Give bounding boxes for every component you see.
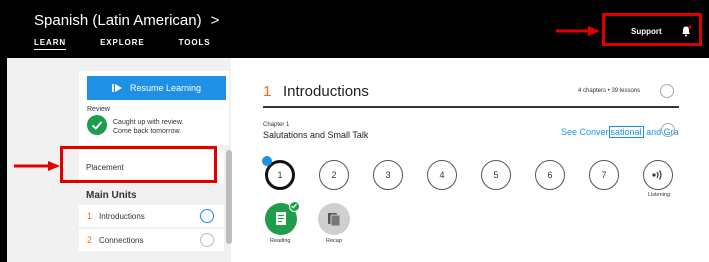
tab-explore[interactable]: EXPLORE [100,38,145,50]
page-title: Introductions [283,83,369,100]
unit-number: 1 [87,211,93,221]
reading-label: Reading [270,238,291,244]
listening-label: Listening [648,192,671,198]
tab-tools[interactable]: TOOLS [179,38,211,50]
chapter-progress-icon [661,123,675,137]
review-status: Caught up with review. Come back tomorro… [113,118,183,136]
lesson-7-button[interactable]: 7 [589,160,619,190]
see-link-text: See Conver [561,127,609,137]
resume-learning-button[interactable]: Resume Learning [87,76,226,100]
sidebar-unit-introductions[interactable]: 1 Introductions [79,205,224,227]
annotation-arrow-support [556,26,600,36]
completed-check-icon [289,201,300,212]
chapter-title: Salutations and Small Talk [263,130,369,140]
lesson-2-button[interactable]: 2 [319,160,349,190]
main-units-heading: Main Units [86,190,137,201]
review-heading: Review [87,106,110,113]
annotation-highlight-placement [60,146,217,183]
lesson-6-button[interactable]: 6 [535,160,565,190]
top-nav: LEARN EXPLORE TOOLS [34,38,211,50]
lesson-number: 5 [493,170,499,180]
review-status-line1: Caught up with review. [113,119,184,126]
divider [263,106,679,108]
lesson-number: 7 [601,170,607,180]
unit-number: 2 [87,235,93,245]
sidebar-scrollbar[interactable] [226,150,232,244]
annotation-arrow-placement [14,161,60,171]
audio-waves-icon [652,170,662,180]
see-link-highlight: sational [608,126,644,138]
course-title[interactable]: Spanish (Latin American) > [34,12,219,29]
unit-progress-icon [660,84,674,98]
support-link[interactable]: Support [631,27,662,36]
review-check-icon [87,115,107,135]
course-chevron-icon: > [210,12,220,29]
unit-meta: 4 chapters • 39 lessons [578,88,641,94]
lesson-5-button[interactable]: 5 [481,160,511,190]
bell-icon[interactable] [680,25,692,37]
recap-label: Recap [326,238,342,244]
lesson-4-button[interactable]: 4 [427,160,457,190]
lesson-number: 4 [439,170,445,180]
recap-button[interactable] [318,203,350,235]
current-lesson-marker-icon [262,156,272,166]
unit-label: Connections [99,235,144,245]
cards-icon [328,213,341,227]
sidebar-unit-connections[interactable]: 2 Connections [79,229,224,251]
lesson-number: 6 [547,170,553,180]
lesson-number: 3 [385,170,391,180]
skip-forward-icon [111,84,122,92]
left-edge-border [0,0,7,262]
lesson-3-button[interactable]: 3 [373,160,403,190]
course-title-text: Spanish (Latin American) [34,12,202,29]
review-status-line2: Come back tomorrow. [113,128,182,135]
unit-number-heading: 1 [263,83,272,100]
lesson-number: 1 [277,170,283,180]
lesson-number: 2 [331,170,337,180]
progress-ring-icon [200,209,214,223]
tab-learn[interactable]: LEARN [34,38,67,50]
chapter-label: Chapter 1 [263,122,290,128]
progress-ring-icon [200,233,214,247]
listening-button[interactable] [643,160,673,190]
unit-label: Introductions [99,211,145,221]
resume-learning-label: Resume Learning [129,83,202,93]
